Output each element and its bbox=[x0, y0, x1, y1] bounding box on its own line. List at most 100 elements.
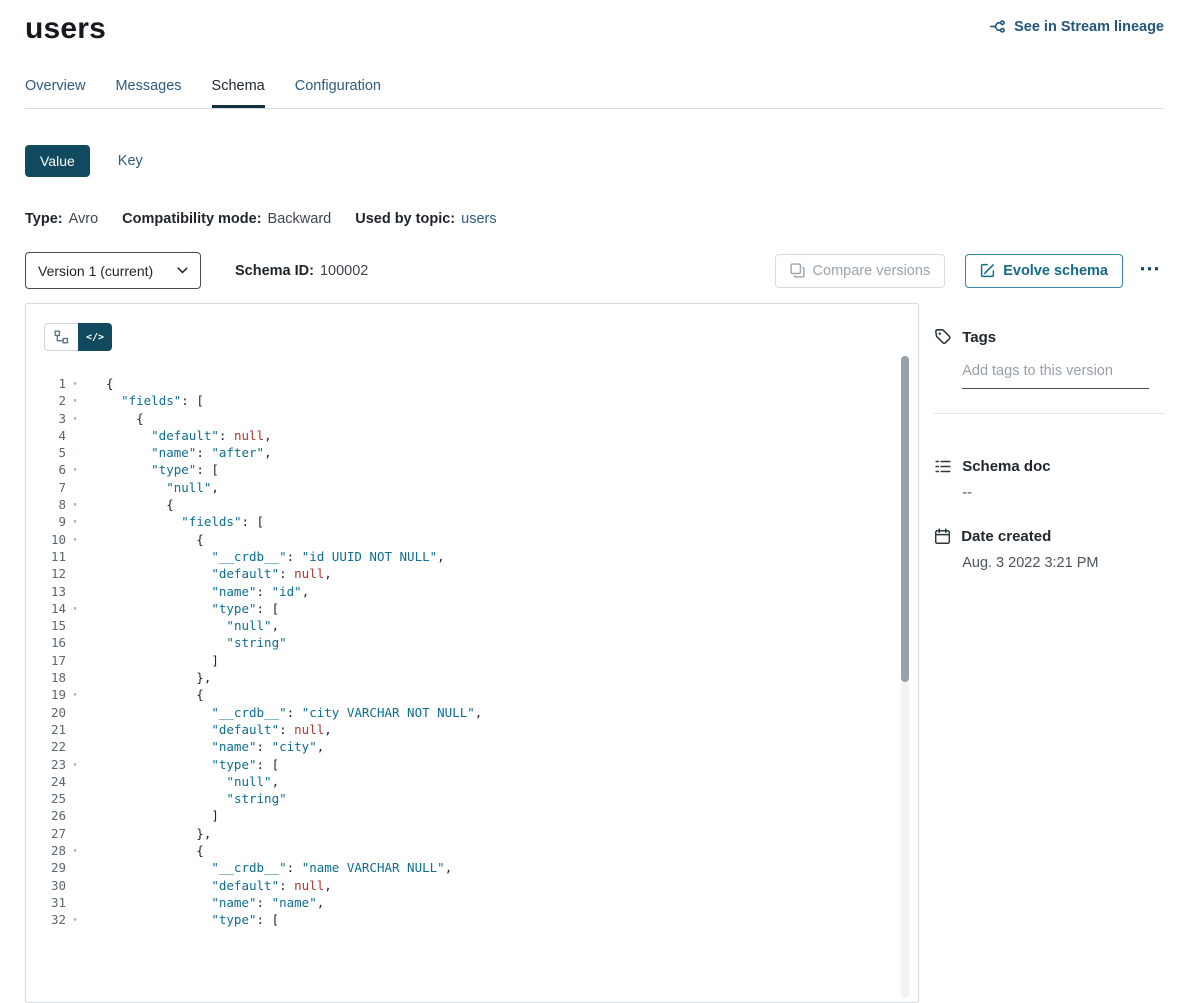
line-number: 18 bbox=[44, 669, 66, 686]
schema-doc-header: Schema doc bbox=[934, 458, 1164, 475]
code-line: 3▾ { bbox=[44, 410, 918, 427]
code-line: 10▾ { bbox=[44, 531, 918, 548]
schema-content: </> 1▾{2▾ "fields": [3▾ {4 "default": nu… bbox=[25, 303, 1164, 1003]
calendar-icon bbox=[934, 528, 951, 545]
fold-spacer bbox=[66, 652, 84, 669]
code-text: "string" bbox=[106, 790, 287, 807]
line-number: 16 bbox=[44, 634, 66, 651]
tab-configuration[interactable]: Configuration bbox=[295, 78, 381, 108]
schema-doc-title: Schema doc bbox=[962, 458, 1050, 475]
schema-doc-icon bbox=[934, 459, 952, 474]
code-line: 27 }, bbox=[44, 825, 918, 842]
date-created-title: Date created bbox=[961, 528, 1051, 545]
code-text: "type": [ bbox=[106, 461, 219, 478]
stream-lineage-link[interactable]: See in Stream lineage bbox=[989, 18, 1164, 35]
topic-label: Used by topic: bbox=[355, 211, 455, 227]
fold-spacer bbox=[66, 877, 84, 894]
code-text: "name": "city", bbox=[106, 738, 324, 755]
tab-overview[interactable]: Overview bbox=[25, 78, 85, 108]
code-line: 28▾ { bbox=[44, 842, 918, 859]
line-number: 6 bbox=[44, 461, 66, 478]
page-header: users See in Stream lineage bbox=[25, 0, 1164, 46]
fold-toggle-icon[interactable]: ▾ bbox=[66, 496, 84, 513]
code-line: 11 "__crdb__": "id UUID NOT NULL", bbox=[44, 548, 918, 565]
fold-spacer bbox=[66, 583, 84, 600]
code-line: 6▾ "type": [ bbox=[44, 461, 918, 478]
fold-toggle-icon[interactable]: ▾ bbox=[66, 686, 84, 703]
code-view-button[interactable]: </> bbox=[78, 323, 112, 351]
line-number: 32 bbox=[44, 911, 66, 928]
schema-id-value: 100002 bbox=[320, 263, 368, 279]
code-line: 25 "string" bbox=[44, 790, 918, 807]
topic-link[interactable]: users bbox=[461, 211, 496, 227]
code-text: ] bbox=[106, 652, 219, 669]
code-line: 22 "name": "city", bbox=[44, 738, 918, 755]
line-number: 31 bbox=[44, 894, 66, 911]
code-line: 31 "name": "name", bbox=[44, 894, 918, 911]
tags-section: Tags bbox=[934, 328, 1164, 414]
version-select[interactable]: Version 1 (current) bbox=[25, 252, 201, 289]
compare-versions-label: Compare versions bbox=[813, 263, 931, 279]
code-line: 21 "default": null, bbox=[44, 721, 918, 738]
tab-messages[interactable]: Messages bbox=[115, 78, 181, 108]
fold-spacer bbox=[66, 617, 84, 634]
line-number: 23 bbox=[44, 756, 66, 773]
value-toggle-button[interactable]: Value bbox=[25, 145, 90, 177]
fold-toggle-icon[interactable]: ▾ bbox=[66, 911, 84, 928]
fold-toggle-icon[interactable]: ▾ bbox=[66, 461, 84, 478]
tree-view-button[interactable] bbox=[44, 323, 78, 351]
more-options-button[interactable]: ⋯ bbox=[1137, 258, 1164, 283]
value-key-toggle: Value Key bbox=[25, 145, 1164, 177]
fold-toggle-icon[interactable]: ▾ bbox=[66, 513, 84, 530]
code-line: 32▾ "type": [ bbox=[44, 911, 918, 928]
compatibility-meta: Compatibility mode:Backward bbox=[122, 211, 331, 227]
date-created-header: Date created bbox=[934, 528, 1164, 545]
key-toggle-button[interactable]: Key bbox=[112, 152, 149, 170]
line-number: 4 bbox=[44, 427, 66, 444]
fold-spacer bbox=[66, 738, 84, 755]
fold-toggle-icon[interactable]: ▾ bbox=[66, 375, 84, 392]
code-line: 5 "name": "after", bbox=[44, 444, 918, 461]
line-number: 14 bbox=[44, 600, 66, 617]
code-text: "name": "name", bbox=[106, 894, 324, 911]
compare-versions-button[interactable]: Compare versions bbox=[775, 254, 946, 288]
line-number: 1 bbox=[44, 375, 66, 392]
compatibility-value: Backward bbox=[268, 211, 332, 227]
fold-spacer bbox=[66, 669, 84, 686]
fold-toggle-icon[interactable]: ▾ bbox=[66, 842, 84, 859]
fold-spacer bbox=[66, 634, 84, 651]
code-lines: 1▾{2▾ "fields": [3▾ {4 "default": null,5… bbox=[44, 375, 918, 929]
code-view-icon: </> bbox=[86, 332, 104, 343]
add-tags-input[interactable] bbox=[962, 363, 1149, 389]
code-line: 20 "__crdb__": "city VARCHAR NOT NULL", bbox=[44, 704, 918, 721]
topic-meta: Used by topic: users bbox=[355, 211, 496, 227]
fold-spacer bbox=[66, 773, 84, 790]
page-title: users bbox=[25, 12, 106, 46]
version-actions-row: Version 1 (current) Schema ID: 100002 Com… bbox=[25, 252, 1164, 289]
fold-toggle-icon[interactable]: ▾ bbox=[66, 600, 84, 617]
fold-toggle-icon[interactable]: ▾ bbox=[66, 392, 84, 409]
code-text: "__crdb__": "name VARCHAR NULL", bbox=[106, 859, 452, 876]
type-meta: Type:Avro bbox=[25, 211, 98, 227]
fold-spacer bbox=[66, 721, 84, 738]
code-text: { bbox=[106, 842, 204, 859]
line-number: 22 bbox=[44, 738, 66, 755]
code-text: { bbox=[106, 496, 174, 513]
fold-toggle-icon[interactable]: ▾ bbox=[66, 756, 84, 773]
evolve-schema-button[interactable]: Evolve schema bbox=[965, 254, 1123, 288]
stream-lineage-icon bbox=[989, 18, 1006, 35]
code-text: ] bbox=[106, 807, 219, 824]
tab-schema[interactable]: Schema bbox=[212, 78, 265, 108]
fold-toggle-icon[interactable]: ▾ bbox=[66, 531, 84, 548]
line-number: 12 bbox=[44, 565, 66, 582]
code-line: 24 "null", bbox=[44, 773, 918, 790]
schema-id-label: Schema ID: bbox=[235, 263, 314, 279]
line-number: 20 bbox=[44, 704, 66, 721]
code-text: { bbox=[106, 531, 204, 548]
code-line: 12 "default": null, bbox=[44, 565, 918, 582]
version-select-value: Version 1 (current) bbox=[38, 263, 153, 279]
code-line: 16 "string" bbox=[44, 634, 918, 651]
editor-scrollbar-thumb[interactable] bbox=[901, 356, 909, 682]
fold-toggle-icon[interactable]: ▾ bbox=[66, 410, 84, 427]
code-text: "null", bbox=[106, 773, 279, 790]
